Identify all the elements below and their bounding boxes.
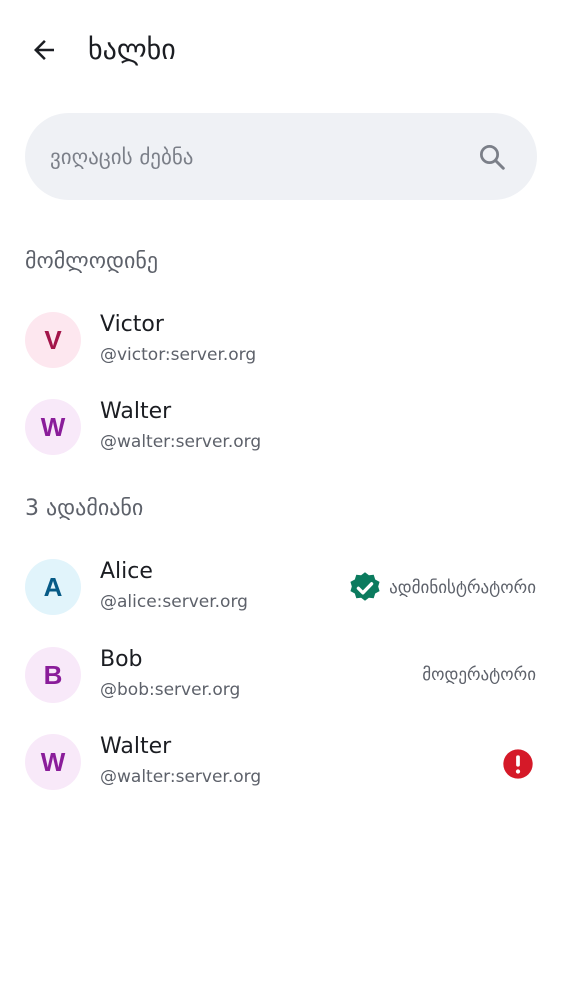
top-app-bar: ხალხი (0, 0, 562, 100)
avatar: V (25, 312, 81, 368)
joined-section-heading: 3 ადამიანი (25, 496, 144, 521)
avatar-initial: A (43, 571, 63, 602)
avatar: B (25, 647, 81, 703)
avatar: W (25, 734, 81, 790)
pending-section-heading: მომლოდინე (25, 249, 159, 274)
pending-member-row[interactable]: V Victor @victor:server.org (0, 298, 562, 384)
role-label: მოდერატორი (422, 663, 536, 687)
verified-badge-icon (350, 572, 380, 601)
member-handle: @alice:server.org (100, 592, 248, 612)
avatar-initial: B (43, 659, 63, 690)
role-label: ადმინისტრატორი (347, 570, 536, 606)
search-bar[interactable] (25, 113, 537, 200)
member-handle: @walter:server.org (100, 432, 262, 452)
joined-member-row[interactable]: A Alice @alice:server.org ადმინისტრატორი (0, 545, 562, 631)
joined-member-row[interactable]: B Bob @bob:server.org მოდერატორი (0, 633, 562, 719)
member-handle: @victor:server.org (100, 345, 257, 365)
member-name: Alice (100, 559, 153, 584)
member-name: Victor (100, 312, 164, 337)
member-name: Walter (100, 399, 172, 424)
avatar: W (25, 399, 81, 455)
avatar-initial: W (40, 746, 66, 777)
avatar-initial: V (44, 324, 62, 355)
avatar-initial: W (40, 411, 66, 442)
member-name: Walter (100, 734, 172, 759)
member-handle: @walter:server.org (100, 767, 262, 787)
avatar: A (25, 559, 81, 615)
search-icon[interactable] (477, 142, 507, 172)
member-name: Bob (100, 647, 143, 672)
search-input[interactable] (25, 113, 465, 200)
pending-member-row[interactable]: W Walter @walter:server.org (0, 385, 562, 471)
error-icon (503, 749, 533, 779)
role-text: ადმინისტრატორი (389, 578, 536, 598)
joined-member-row[interactable]: W Walter @walter:server.org (0, 720, 562, 806)
member-handle: @bob:server.org (100, 680, 241, 700)
role-text: მოდერატორი (422, 665, 536, 685)
back-button[interactable] (22, 28, 66, 72)
page-title: ხალხი (88, 33, 176, 66)
arrow-left-icon (34, 40, 54, 60)
